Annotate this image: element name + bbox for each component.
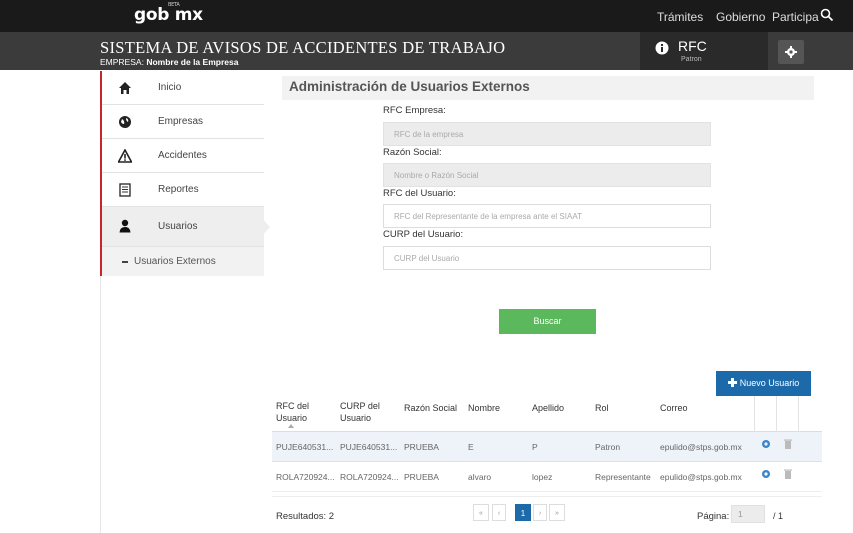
- curp-usuario-label: CURP del Usuario:: [383, 229, 464, 240]
- sidebar-item-label: Accidentes: [158, 150, 207, 161]
- col-divider: [754, 396, 755, 432]
- sidebar-border-line: [100, 276, 101, 533]
- cell-nombre: alvaro: [468, 472, 492, 482]
- empresa-value: Nombre de la Empresa: [146, 57, 239, 67]
- total-pages: / 1: [773, 511, 784, 521]
- logo-text: gob mx: [134, 5, 203, 25]
- sidebar-item-label: Inicio: [158, 82, 182, 93]
- sidebar-item-empresas[interactable]: Empresas: [102, 105, 264, 139]
- cell-apellido: lopez: [532, 472, 553, 482]
- cell-correo: epulido@stps.gob.mx: [660, 472, 742, 482]
- edit-icon[interactable]: [761, 469, 771, 479]
- sidebar-subitem-label: Usuarios Externos: [134, 256, 216, 267]
- curp-usuario-input[interactable]: CURP del Usuario: [383, 246, 711, 270]
- pagina-label: Página:: [697, 511, 730, 522]
- empresa-label: EMPRESA:: [100, 57, 144, 67]
- beta-badge: BETA: [168, 2, 180, 8]
- sidebar-item-usuarios[interactable]: Usuarios: [102, 207, 264, 247]
- nav-tramites[interactable]: Trámites: [657, 10, 703, 24]
- nav-participa[interactable]: Participa: [772, 10, 819, 24]
- sidebar-item-inicio[interactable]: Inicio: [102, 71, 264, 105]
- razon-social-field[interactable]: Nombre o Razón Social: [383, 163, 711, 187]
- rfc-usuario-input[interactable]: RFC del Representante de la empresa ante…: [383, 204, 711, 228]
- cell-apellido: P: [532, 442, 538, 452]
- buscar-button[interactable]: Buscar: [499, 309, 596, 334]
- home-icon: [119, 82, 131, 94]
- cell-rfc: PUJE640531...: [276, 442, 334, 452]
- pager-page-1[interactable]: 1: [515, 504, 531, 521]
- system-title: SISTEMA DE AVISOS DE ACCIDENTES DE TRABA…: [100, 38, 506, 57]
- report-icon: [119, 183, 131, 197]
- trash-icon[interactable]: [784, 439, 792, 449]
- razon-social-label: Razón Social:: [383, 147, 442, 158]
- nuevo-usuario-label: Nuevo Usuario: [739, 378, 800, 388]
- col-divider: [798, 396, 799, 432]
- page-title-bar: Administración de Usuarios Externos: [282, 76, 814, 100]
- sort-asc-icon[interactable]: [288, 424, 294, 428]
- nuevo-usuario-button[interactable]: Nuevo Usuario: [716, 371, 811, 396]
- pager-first[interactable]: «: [473, 504, 489, 521]
- search-icon[interactable]: [820, 8, 834, 22]
- info-icon: [655, 41, 669, 55]
- col-header-rfc[interactable]: RFC del Usuario: [276, 400, 326, 424]
- sidebar-item-label: Reportes: [158, 184, 199, 195]
- col-header-apellido[interactable]: Apellido: [532, 402, 564, 414]
- trash-icon[interactable]: [784, 469, 792, 479]
- pager-prev[interactable]: ‹: [492, 504, 506, 521]
- cell-razon: PRUEBA: [404, 472, 439, 482]
- table-row[interactable]: PUJE640531... PUJE640531... PRUEBA E P P…: [272, 432, 822, 462]
- col-header-curp[interactable]: CURP del Usuario: [340, 400, 390, 424]
- pager-last[interactable]: »: [549, 504, 565, 521]
- rfc-subtitle: Patron: [681, 56, 702, 63]
- cell-rfc: ROLA720924...: [276, 472, 335, 482]
- dash-icon: [122, 261, 128, 263]
- gobmx-logo[interactable]: gob mx BETA: [134, 2, 203, 25]
- settings-button[interactable]: [778, 40, 804, 64]
- col-header-razon[interactable]: Razón Social: [404, 402, 457, 414]
- table-row[interactable]: ROLA720924... ROLA720924... PRUEBA alvar…: [272, 462, 822, 492]
- rfc-usuario-label: RFC del Usuario:: [383, 188, 456, 199]
- page-title: Administración de Usuarios Externos: [289, 79, 530, 94]
- rfc-title: RFC: [678, 38, 707, 54]
- sidebar: Inicio Empresas Accidentes Reportes Usua…: [100, 71, 264, 276]
- col-header-rol[interactable]: Rol: [595, 402, 609, 414]
- col-divider: [776, 396, 777, 432]
- results-count: Resultados: 2: [276, 511, 335, 522]
- sidebar-item-label: Usuarios: [158, 221, 198, 232]
- globe-icon: [119, 116, 131, 128]
- sidebar-item-label: Empresas: [158, 116, 204, 127]
- empresa-line: EMPRESA: Nombre de la Empresa: [100, 57, 238, 67]
- table-footer-divider: [272, 496, 822, 497]
- cell-correo: epulido@stps.gob.mx: [660, 442, 742, 452]
- nav-gobierno[interactable]: Gobierno: [716, 10, 765, 24]
- cell-rol: Representante: [595, 472, 651, 482]
- col-header-nombre[interactable]: Nombre: [468, 402, 500, 414]
- sidebar-item-accidentes[interactable]: Accidentes: [102, 139, 264, 173]
- cell-nombre: E: [468, 442, 474, 452]
- active-indicator-arrow: [262, 218, 270, 236]
- edit-icon[interactable]: [761, 439, 771, 449]
- user-icon: [119, 219, 131, 233]
- pager-next[interactable]: ›: [533, 504, 547, 521]
- warning-icon: [118, 149, 132, 163]
- sidebar-item-reportes[interactable]: Reportes: [102, 173, 264, 207]
- plus-icon: [727, 378, 737, 387]
- table-header-row: RFC del Usuario CURP del Usuario Razón S…: [272, 396, 822, 432]
- rfc-empresa-field[interactable]: RFC de la empresa: [383, 122, 711, 146]
- gear-icon: [785, 46, 797, 58]
- cell-curp: PUJE640531...: [340, 442, 398, 452]
- cell-rol: Patron: [595, 442, 621, 452]
- cell-razon: PRUEBA: [404, 442, 439, 452]
- cell-curp: ROLA720924...: [340, 472, 399, 482]
- rfc-empresa-label: RFC Empresa:: [383, 105, 446, 116]
- col-header-correo[interactable]: Correo: [660, 402, 688, 414]
- sidebar-subitem-usuarios-externos[interactable]: Usuarios Externos: [102, 247, 264, 276]
- pagina-input[interactable]: 1: [731, 505, 765, 523]
